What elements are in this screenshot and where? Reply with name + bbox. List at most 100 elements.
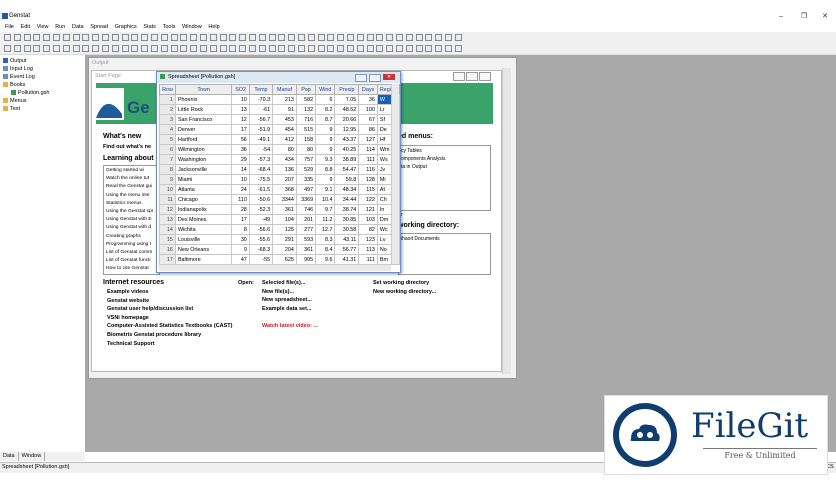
working-dir-item[interactable]: ihaoit Documents [399, 234, 490, 245]
menu-tools[interactable]: Tools [163, 23, 176, 32]
toolbar-button-icon[interactable] [425, 45, 433, 52]
table-cell[interactable]: 9 [315, 174, 336, 185]
table-cell[interactable]: 12.95 [334, 124, 360, 135]
toolbar-button-icon[interactable] [102, 34, 109, 41]
toolbar-button-icon[interactable] [151, 45, 158, 52]
table-cell[interactable]: 8.7 [315, 114, 336, 125]
set-working-directory-link[interactable]: Set working directory [373, 279, 436, 288]
table-cell[interactable]: 8.8 [315, 164, 336, 175]
menu-spread[interactable]: Spread [90, 23, 108, 32]
toolbar-button-icon[interactable] [366, 34, 374, 41]
toolbar-button-icon[interactable] [200, 45, 207, 52]
table-cell[interactable]: 125 [272, 224, 297, 235]
learning-list-item[interactable]: Using Genstat with d [106, 224, 157, 232]
toolbar-button-icon[interactable] [337, 45, 345, 52]
toolbar-button-icon[interactable] [435, 45, 443, 52]
toolbar-button-icon[interactable] [141, 45, 149, 52]
table-cell[interactable]: 56 [231, 134, 250, 145]
table-cell[interactable]: 30.58 [334, 224, 360, 235]
toolbar-button-icon[interactable] [92, 45, 100, 52]
table-cell[interactable]: 12 [159, 204, 176, 215]
spreadsheet-close-button[interactable]: ✕ [383, 74, 395, 80]
table-cell[interactable]: Phoenix [174, 94, 233, 105]
table-cell[interactable]: 17 [159, 254, 176, 265]
watch-latest-video-link[interactable]: Watch latest video: ... [262, 322, 318, 331]
start-page-minimize-button[interactable] [453, 72, 465, 81]
table-cell[interactable]: 41.31 [334, 254, 360, 265]
toolbar-button-icon[interactable] [425, 34, 433, 41]
tab-data[interactable]: Data [0, 452, 19, 461]
toolbar-button-icon[interactable] [111, 45, 119, 52]
table-cell[interactable]: Little Rock [174, 104, 233, 115]
minimize-button[interactable]: ‒ [772, 12, 790, 21]
table-cell[interactable]: 9.1 [315, 184, 336, 195]
toolbar-button-icon[interactable] [23, 45, 31, 52]
toolbar-button-icon[interactable] [151, 34, 158, 41]
internet-resource-link[interactable]: Genstat website [107, 297, 233, 306]
toolbar-button-icon[interactable] [72, 34, 80, 41]
table-cell[interactable]: 4 [159, 124, 176, 135]
toolbar-button-icon[interactable] [229, 34, 237, 41]
toolbar-button-icon[interactable] [111, 34, 119, 41]
table-cell[interactable]: -49 [248, 214, 274, 225]
table-cell[interactable]: 30.85 [334, 214, 360, 225]
menu-edit[interactable]: Edit [21, 23, 30, 32]
table-cell[interactable]: 207 [272, 174, 297, 185]
toolbar-button-icon[interactable] [33, 45, 41, 52]
learning-list-item[interactable]: Getting started wi [106, 167, 157, 175]
menu-window[interactable]: Window [182, 23, 202, 32]
learning-list-item[interactable]: List of Genstat functi [106, 257, 157, 265]
toolbar-button-icon[interactable] [327, 45, 335, 52]
table-cell[interactable]: 14 [159, 224, 176, 235]
toolbar-button-icon[interactable] [53, 34, 60, 41]
table-cell[interactable]: 29 [231, 154, 250, 165]
table-cell[interactable]: 28 [231, 204, 250, 215]
table-cell[interactable]: Louisville [174, 234, 233, 245]
toolbar-button-icon[interactable] [170, 34, 178, 41]
toolbar-button-icon[interactable] [268, 34, 276, 41]
spreadsheet-horizontal-scrollbar[interactable] [159, 264, 391, 271]
new-spreadsheet-link[interactable]: New spreadsheet... [262, 296, 312, 305]
output-scrollbar[interactable] [502, 68, 511, 374]
menu-stats[interactable]: Stats [143, 23, 156, 32]
toolbar-button-icon[interactable] [209, 45, 217, 52]
table-cell[interactable]: 47 [231, 254, 250, 265]
table-cell[interactable]: 56.77 [334, 244, 360, 255]
toolbar-button-icon[interactable] [239, 45, 247, 52]
learning-list-item[interactable]: Watch the online tut [106, 175, 157, 183]
table-cell[interactable]: 113 [358, 244, 378, 255]
table-cell[interactable]: 104 [272, 214, 297, 225]
find-out-link[interactable]: Find out what's ne [103, 143, 151, 152]
table-cell[interactable]: 10 [231, 94, 250, 105]
table-cell[interactable]: 1 [159, 94, 176, 105]
table-cell[interactable]: 8 [231, 224, 250, 235]
menu-list-item[interactable]: omponents Analysis [401, 155, 488, 163]
table-cell[interactable]: 3369 [295, 194, 317, 205]
toolbar-button-icon[interactable] [190, 34, 198, 41]
table-cell[interactable]: 9 [315, 134, 336, 145]
toolbar-button-icon[interactable] [386, 45, 394, 52]
table-cell[interactable]: Des Moines [174, 214, 233, 225]
table-cell[interactable]: 10 [231, 174, 250, 185]
table-cell[interactable]: 20.66 [334, 114, 360, 125]
table-cell[interactable]: 116 [358, 164, 378, 175]
table-cell[interactable]: 7.05 [334, 94, 360, 105]
table-cell[interactable]: 80 [295, 144, 317, 155]
table-cell[interactable]: 497 [295, 184, 317, 195]
toolbar-button-icon[interactable] [4, 34, 11, 41]
toolbar-button-icon[interactable] [288, 34, 296, 41]
toolbar-button-icon[interactable] [405, 34, 413, 41]
table-cell[interactable]: -68.3 [248, 244, 274, 255]
table-cell[interactable]: -56.6 [248, 224, 274, 235]
menu-list-item[interactable]: ta in Output [401, 163, 488, 171]
toolbar-button-icon[interactable] [396, 45, 403, 52]
table-cell[interactable]: Wichita [174, 224, 233, 235]
table-cell[interactable]: 38.89 [334, 154, 360, 165]
table-cell[interactable]: 34.44 [334, 194, 360, 205]
table-cell[interactable]: 111 [358, 154, 378, 165]
table-cell[interactable]: 114 [358, 144, 378, 155]
toolbar-button-icon[interactable] [43, 34, 51, 41]
toolbar-button-icon[interactable] [200, 34, 207, 41]
spreadsheet-maximize-button[interactable] [369, 74, 381, 82]
working-directory-list[interactable]: ihaoit Documents [398, 233, 491, 275]
